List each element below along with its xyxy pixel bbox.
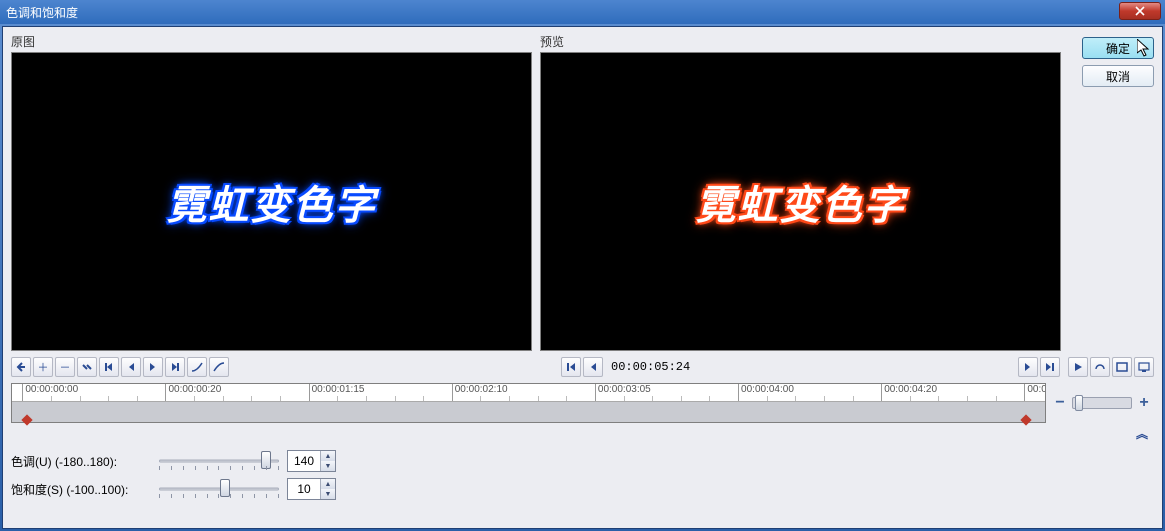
timeline-area: 00:00:00:0000:00:00:2000:00:01:1500:00:0… [11, 383, 1154, 423]
remove-keyframe-button[interactable]: － [55, 357, 75, 377]
original-panel: 原图 霓虹变色字 [11, 33, 532, 351]
ok-button[interactable]: 确定 [1082, 37, 1154, 59]
saturation-label: 饱和度(S) (-100..100): [11, 481, 151, 498]
work-area: 原图 霓虹变色字 预览 霓虹变色字 确定 取消 ＋ － [2, 26, 1163, 529]
ease-out-button[interactable] [209, 357, 229, 377]
zoom-out-button[interactable]: − [1052, 384, 1068, 422]
hue-input[interactable] [288, 451, 320, 471]
hue-spin-down[interactable]: ▼ [321, 461, 335, 471]
original-neon-text: 霓虹变色字 [167, 173, 377, 231]
preview-label: 预览 [540, 33, 1061, 50]
play-button[interactable] [1068, 357, 1088, 377]
preview-panels: 原图 霓虹变色字 预览 霓虹变色字 确定 取消 [11, 33, 1154, 351]
settings-button[interactable] [1134, 357, 1154, 377]
window-title: 色调和饱和度 [6, 4, 78, 21]
result-neon-text: 霓虹变色字 [696, 173, 906, 231]
ruler-tick: 00:00:05:15 [1024, 384, 1045, 402]
go-last-button[interactable] [165, 357, 185, 377]
title-bar: 色调和饱和度 [0, 0, 1165, 24]
close-button[interactable] [1119, 2, 1161, 20]
step-forward-button[interactable] [1018, 357, 1038, 377]
saturation-input[interactable] [288, 479, 320, 499]
loop-button[interactable] [1090, 357, 1110, 377]
go-end-button[interactable] [1040, 357, 1060, 377]
result-panel: 预览 霓虹变色字 [540, 33, 1061, 351]
timeline-track[interactable] [12, 402, 1045, 422]
expand-row: ︽ [11, 423, 1154, 442]
current-timecode: 00:00:05:24 [611, 360, 690, 374]
saturation-spin-down[interactable]: ▼ [321, 489, 335, 499]
dialog-buttons: 确定 取消 [1069, 33, 1154, 351]
prev-keyframe-button[interactable] [121, 357, 141, 377]
hue-slider[interactable] [159, 451, 279, 471]
display-options-button[interactable] [1112, 357, 1132, 377]
expand-toggle-icon[interactable]: ︽ [1136, 427, 1148, 441]
timeline-ruler[interactable]: 00:00:00:0000:00:00:2000:00:01:1500:00:0… [12, 384, 1045, 402]
zoom-slider-thumb[interactable] [1075, 395, 1083, 411]
hue-spinner[interactable]: ▲▼ [287, 450, 336, 472]
next-keyframe-button[interactable] [143, 357, 163, 377]
cancel-button[interactable]: 取消 [1082, 65, 1154, 87]
reverse-keyframes-button[interactable] [77, 357, 97, 377]
zoom-controls: − + [1050, 383, 1154, 423]
original-preview: 霓虹变色字 [11, 52, 532, 351]
hue-spin-up[interactable]: ▲ [321, 451, 335, 461]
parameters: 色调(U) (-180..180): ▲▼ 饱和度(S) (-100..100)… [11, 450, 1154, 500]
saturation-slider[interactable] [159, 479, 279, 499]
step-back-button[interactable] [583, 357, 603, 377]
hue-row: 色调(U) (-180..180): ▲▼ [11, 450, 1154, 472]
saturation-spinner[interactable]: ▲▼ [287, 478, 336, 500]
original-label: 原图 [11, 33, 532, 50]
transport-toolbar: ＋ － 00:00:05:24 [11, 357, 1154, 377]
undo-button[interactable] [11, 357, 31, 377]
result-preview: 霓虹变色字 [540, 52, 1061, 351]
timeline[interactable]: 00:00:00:0000:00:00:2000:00:01:1500:00:0… [11, 383, 1046, 423]
saturation-row: 饱和度(S) (-100..100): ▲▼ [11, 478, 1154, 500]
ease-in-button[interactable] [187, 357, 207, 377]
saturation-spin-up[interactable]: ▲ [321, 479, 335, 489]
go-first-button[interactable] [99, 357, 119, 377]
zoom-in-button[interactable]: + [1136, 384, 1152, 422]
hue-label: 色调(U) (-180..180): [11, 453, 151, 470]
go-start-button[interactable] [561, 357, 581, 377]
add-keyframe-button[interactable]: ＋ [33, 357, 53, 377]
zoom-slider[interactable] [1072, 397, 1132, 409]
